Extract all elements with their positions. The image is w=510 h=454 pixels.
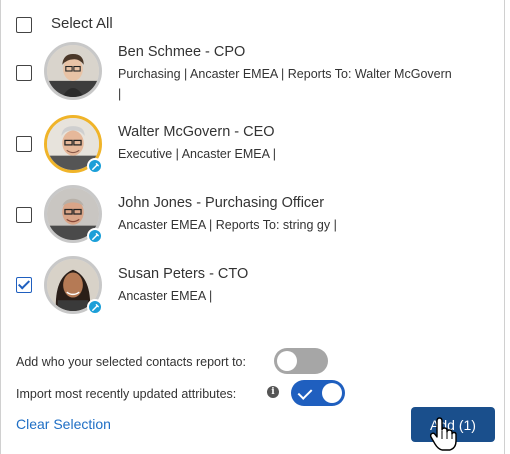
toggle-knob — [322, 383, 342, 403]
badge-icon — [87, 228, 103, 244]
contact-avatar-walter-mcgovern — [44, 115, 103, 174]
contact-checkbox-ben-schmee[interactable] — [16, 65, 32, 81]
contact-detail-walter-mcgovern: Executive | Ancaster EMEA | — [118, 147, 276, 161]
contact-avatar-ben-schmee — [44, 42, 102, 100]
add-button[interactable]: Add (1) — [411, 407, 495, 442]
import-attributes-toggle[interactable] — [291, 380, 345, 406]
select-all-checkbox[interactable] — [16, 17, 32, 33]
panel-border-right — [504, 0, 505, 454]
contact-detail-john-jones: Ancaster EMEA | Reports To: string gy | — [118, 218, 337, 232]
contact-avatar-susan-peters — [44, 256, 103, 315]
contact-detail-ben-schmee: Purchasing | Ancaster EMEA | Reports To:… — [118, 67, 452, 81]
contact-avatar-john-jones — [44, 185, 103, 244]
contact-name-susan-peters: Susan Peters - CTO — [118, 266, 249, 282]
contact-name-john-jones: John Jones - Purchasing Officer — [118, 195, 325, 211]
badge-icon — [87, 158, 103, 174]
contact-checkbox-walter-mcgovern[interactable] — [16, 136, 32, 152]
contact-detail-ben-schmee-2: | — [118, 87, 122, 101]
contact-detail-susan-peters: Ancaster EMEA | — [118, 289, 213, 303]
contact-name-ben-schmee: Ben Schmee - CPO — [118, 44, 246, 60]
badge-icon — [87, 299, 103, 315]
panel-border-left — [0, 0, 1, 454]
contact-name-walter-mcgovern: Walter McGovern - CEO — [118, 124, 275, 140]
clear-selection-link[interactable]: Clear Selection — [16, 416, 111, 432]
select-all-label: Select All — [51, 15, 113, 32]
contact-checkbox-john-jones[interactable] — [16, 207, 32, 223]
report-to-toggle[interactable] — [274, 348, 328, 374]
toggle-knob — [277, 351, 297, 371]
avatar — [44, 42, 102, 100]
report-to-label: Add who your selected contacts report to… — [16, 355, 246, 369]
contact-checkbox-susan-peters[interactable] — [16, 277, 32, 293]
info-icon[interactable]: i — [267, 386, 279, 398]
import-attributes-label: Import most recently updated attributes: — [16, 387, 237, 401]
check-icon — [297, 385, 313, 400]
